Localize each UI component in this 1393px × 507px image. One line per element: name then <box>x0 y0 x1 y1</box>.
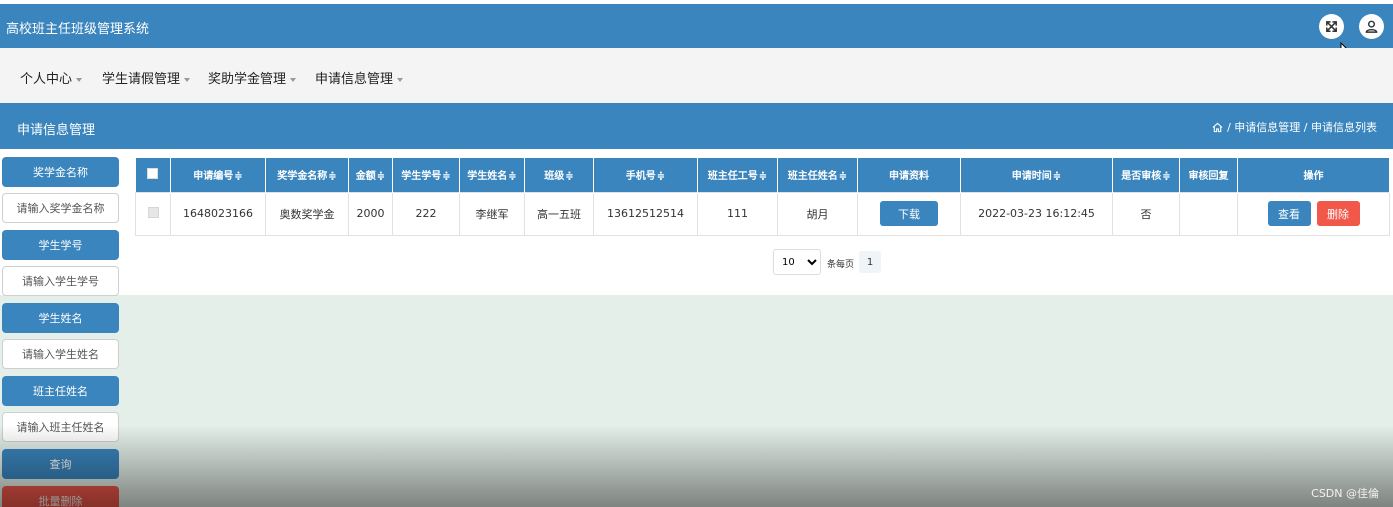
column-header-label: 班主任工号 <box>707 171 758 183</box>
column-header-label: 班级 <box>544 171 565 183</box>
nav-item-personal-center[interactable]: 个人中心 <box>20 68 83 87</box>
cell-review-reply <box>1179 191 1238 236</box>
column-header[interactable]: 班主任工号≑ <box>697 158 778 192</box>
table-row: 1648023166 奥数奖学金 2000 222 李继军 高一五班 13612… <box>135 191 1390 236</box>
sort-icon[interactable]: ≑ <box>839 171 847 182</box>
column-header-label: 金额 <box>355 171 376 183</box>
cell-amount: 2000 <box>348 191 393 236</box>
chevron-down-icon <box>184 77 191 82</box>
cell-scholarship-name: 奥数奖学金 <box>265 191 349 236</box>
delete-button[interactable]: 删除 <box>1316 201 1360 226</box>
chevron-down-icon <box>397 77 404 82</box>
column-header-label: 学生学号 <box>401 171 442 183</box>
column-header: 审核回复 <box>1179 158 1238 192</box>
top-bar: 高校班主任班级管理系统 <box>0 4 1393 48</box>
column-header[interactable]: 奖学金名称≑ <box>265 158 349 192</box>
cell-apply-material: 下载 <box>857 191 961 236</box>
column-header-label: 班主任姓名 <box>787 171 838 183</box>
chevron-down-icon <box>290 77 297 82</box>
column-header: 操作 <box>1237 158 1390 192</box>
scholarship-name-input[interactable] <box>2 193 119 223</box>
column-header-label: 手机号 <box>625 171 656 183</box>
batch-delete-button[interactable]: 批量删除 <box>2 486 119 507</box>
teacher-name-input[interactable] <box>2 412 119 442</box>
fullscreen-icon[interactable] <box>1319 14 1344 39</box>
cell-teacher-name: 胡月 <box>777 191 858 236</box>
content-background <box>0 295 1393 507</box>
pagination: 10 条每页 1 <box>0 249 1393 277</box>
column-header: 申请资料 <box>857 158 961 192</box>
column-header-label: 学生姓名 <box>467 171 508 183</box>
column-header[interactable]: 学生学号≑ <box>392 158 460 192</box>
row-checkbox[interactable] <box>147 206 159 218</box>
column-header[interactable]: 是否审核≑ <box>1112 158 1180 192</box>
nav-item-label: 奖助学金管理 <box>208 72 287 87</box>
column-header[interactable]: 班级≑ <box>524 158 594 192</box>
column-header[interactable]: 学生姓名≑ <box>459 158 525 192</box>
nav-item-scholarship-management[interactable]: 奖助学金管理 <box>208 68 297 87</box>
search-label-scholarship: 奖学金名称 <box>2 157 119 187</box>
column-header-label: 审核回复 <box>1188 171 1229 183</box>
cell-apply-no: 1648023166 <box>170 191 266 236</box>
sort-icon[interactable]: ≑ <box>508 171 516 182</box>
column-header[interactable]: 金额≑ <box>348 158 393 192</box>
column-header[interactable]: 申请时间≑ <box>960 158 1113 192</box>
student-name-input[interactable] <box>2 339 119 369</box>
watermark: CSDN @佳倫 <box>1311 487 1379 500</box>
column-header[interactable]: 手机号≑ <box>593 158 698 192</box>
sort-icon[interactable]: ≑ <box>565 171 573 182</box>
cell-apply-time: 2022-03-23 16:12:45 <box>960 191 1113 236</box>
cell-class: 高一五班 <box>524 191 594 236</box>
view-button[interactable]: 查看 <box>1267 201 1311 226</box>
select-all-cell[interactable] <box>135 158 171 192</box>
column-header-label: 奖学金名称 <box>277 171 328 183</box>
sort-icon[interactable]: ≑ <box>1053 171 1061 182</box>
breadcrumb-path[interactable]: / 申请信息管理 / 申请信息列表 <box>1227 119 1377 135</box>
per-page-label: 条每页 <box>827 260 855 270</box>
page-title: 申请信息管理 <box>17 123 96 138</box>
column-header-label: 申请编号 <box>193 171 234 183</box>
sort-icon[interactable]: ≑ <box>328 171 336 182</box>
nav-item-label: 学生请假管理 <box>102 72 181 87</box>
main-nav: 个人中心 学生请假管理 奖助学金管理 申请信息管理 <box>0 48 1393 103</box>
sort-icon[interactable]: ≑ <box>759 171 767 182</box>
table-header-row: 申请编号≑ 奖学金名称≑ 金额≑ 学生学号≑ 学生姓名≑ 班级≑ 手机号≑ 班主… <box>135 158 1390 192</box>
column-header-label: 申请资料 <box>889 171 929 183</box>
cell-actions: 查看 删除 <box>1237 191 1390 236</box>
column-header[interactable]: 班主任姓名≑ <box>777 158 858 192</box>
download-button[interactable]: 下载 <box>880 201 938 226</box>
sort-icon[interactable]: ≑ <box>1162 171 1170 182</box>
nav-item-label: 申请信息管理 <box>315 72 394 87</box>
home-icon[interactable] <box>1212 122 1223 133</box>
cell-reviewed: 否 <box>1112 191 1180 236</box>
search-label-student-name: 学生姓名 <box>2 303 119 333</box>
page-number-current[interactable]: 1 <box>859 251 881 273</box>
page-size-select[interactable]: 10 <box>773 249 821 275</box>
column-header-label: 是否审核 <box>1121 171 1162 183</box>
query-button[interactable]: 查询 <box>2 449 119 479</box>
sort-icon[interactable]: ≑ <box>657 171 665 182</box>
column-header-label: 申请时间 <box>1011 171 1052 183</box>
user-icon[interactable] <box>1359 14 1384 39</box>
sort-icon[interactable]: ≑ <box>442 171 450 182</box>
column-header-label: 操作 <box>1303 171 1324 183</box>
sort-icon[interactable]: ≑ <box>234 171 242 182</box>
cell-phone: 13612512514 <box>593 191 698 236</box>
nav-item-application-management[interactable]: 申请信息管理 <box>315 68 404 87</box>
nav-item-leave-management[interactable]: 学生请假管理 <box>102 68 191 87</box>
chevron-down-icon <box>76 77 83 82</box>
nav-item-label: 个人中心 <box>20 72 73 87</box>
app-title: 高校班主任班级管理系统 <box>6 22 150 37</box>
breadcrumb: / 申请信息管理 / 申请信息列表 <box>1212 119 1377 135</box>
cell-student-no: 222 <box>392 191 460 236</box>
select-all-checkbox[interactable] <box>147 167 159 179</box>
page-header: 申请信息管理 / 申请信息管理 / 申请信息列表 <box>0 103 1393 149</box>
row-select-cell[interactable] <box>135 191 171 236</box>
cell-student-name: 李继军 <box>459 191 525 236</box>
column-header[interactable]: 申请编号≑ <box>170 158 266 192</box>
sort-icon[interactable]: ≑ <box>377 171 385 182</box>
search-label-teacher-name: 班主任姓名 <box>2 376 119 406</box>
application-table: 申请编号≑ 奖学金名称≑ 金额≑ 学生学号≑ 学生姓名≑ 班级≑ 手机号≑ 班主… <box>135 158 1390 236</box>
cell-teacher-no: 111 <box>697 191 778 236</box>
